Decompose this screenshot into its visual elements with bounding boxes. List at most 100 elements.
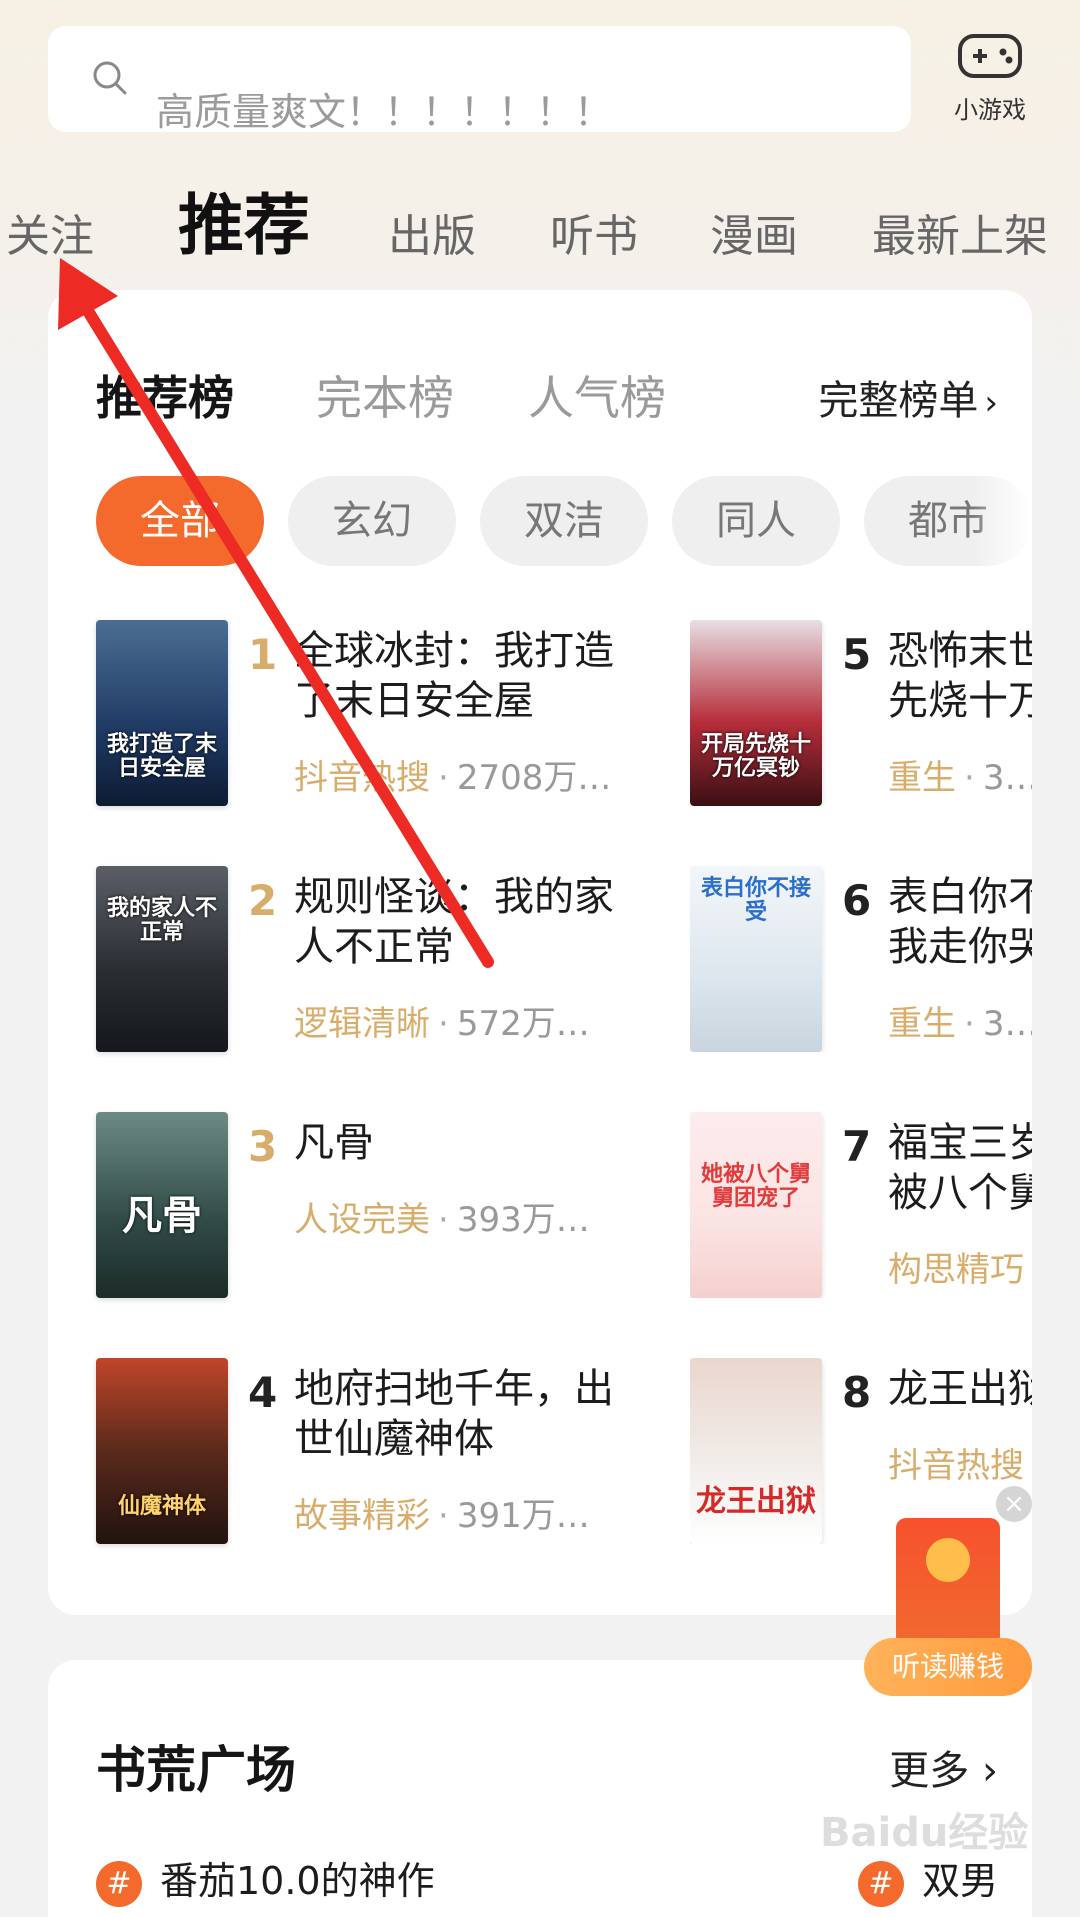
full-list-label: 完整榜单 — [818, 378, 979, 424]
chevron-right-icon: › — [969, 1748, 998, 1794]
book-tag: 重生 — [888, 1004, 956, 1044]
plaza-more-link[interactable]: 更多 › — [889, 1738, 998, 1796]
listen-earn-button[interactable]: 听读赚钱 — [864, 1638, 1032, 1696]
book-item[interactable]: 她被八个舅舅团宠了 7 福宝三岁半，她被八个舅舅团宠了 构思精巧 — [690, 1112, 1032, 1298]
search-placeholder: 高质量爽文！！！！！！！ — [156, 90, 613, 134]
topic-label: 双男 — [922, 1859, 999, 1903]
chip-all[interactable]: 全部 — [96, 476, 264, 566]
book-tag: 构思精巧 — [888, 1250, 1024, 1290]
rank-number: 5 — [842, 630, 872, 679]
hashtag-icon: # — [858, 1860, 904, 1907]
book-count: 393万… — [456, 1200, 590, 1240]
cover-title: 凡骨 — [122, 1192, 202, 1239]
book-tag: 逻辑清晰 — [294, 1004, 430, 1044]
book-tag: 人设完美 — [294, 1200, 430, 1240]
coin-icon — [926, 1538, 970, 1582]
close-icon[interactable]: × — [996, 1486, 1032, 1522]
full-list-link[interactable]: 完整榜单 › — [818, 368, 998, 426]
cover-title: 我的家人不正常 — [106, 895, 217, 946]
book-meta: 构思精巧 — [888, 1242, 1024, 1291]
book-meta: 逻辑清晰 · 572万… — [294, 1004, 590, 1044]
plaza-more-label: 更多 — [889, 1748, 970, 1794]
red-packet-button[interactable] — [896, 1518, 1000, 1646]
rank-number: 7 — [842, 1122, 872, 1171]
book-item[interactable]: 凡骨 3 凡骨 人设完美 · 393万… — [96, 1112, 656, 1298]
book-count: 2708万… — [456, 758, 612, 798]
book-meta: 抖音热搜 · 2708万… — [294, 758, 612, 798]
chip-fanfic[interactable]: 同人 — [672, 476, 840, 566]
book-title: 恐怖末世：开局先烧十万亿冥钞 — [888, 628, 1032, 724]
book-tag: 重生 — [888, 758, 956, 798]
search-icon — [93, 61, 127, 95]
book-title: 龙王出狱 — [888, 1366, 1032, 1412]
book-cover: 我的家人不正常 — [96, 866, 228, 1052]
topic-item[interactable]: # 双男 — [858, 1850, 998, 1907]
watermark: Baidu经验 — [820, 1810, 1029, 1856]
chip-fantasy[interactable]: 玄幻 — [288, 476, 456, 566]
tab-new-arrivals[interactable]: 最新上架 — [872, 200, 1048, 264]
book-tag: 抖音热搜 — [294, 758, 430, 798]
book-meta: 重生·3… — [888, 996, 1032, 1045]
book-title: 全球冰封：我打造了末日安全屋 — [294, 628, 614, 724]
chevron-right-icon: › — [984, 383, 998, 423]
book-cover: 凡骨 — [96, 1112, 228, 1298]
ranking-tab-popular[interactable]: 人气榜 — [528, 362, 666, 428]
book-count: 391万… — [456, 1496, 590, 1536]
book-count: 3… — [982, 758, 1032, 798]
tab-publish[interactable]: 出版 — [388, 200, 476, 264]
book-title: 凡骨 — [294, 1120, 374, 1166]
book-item[interactable]: 仙魔神体 4 地府扫地千年，出世仙魔神体 故事精彩 · 391万… — [96, 1358, 656, 1544]
tab-follow[interactable]: 关注 — [6, 200, 94, 264]
category-tabs: 关注 推荐 出版 听书 漫画 最新上架 — [0, 172, 1080, 264]
book-meta: 抖音热搜 — [888, 1438, 1024, 1487]
rank-number: 3 — [248, 1122, 278, 1171]
rank-number: 1 — [248, 630, 278, 679]
rank-number: 8 — [842, 1368, 872, 1417]
search-bar[interactable]: 高质量爽文！！！！！！！ — [48, 26, 911, 134]
tab-recommend[interactable]: 推荐 — [178, 172, 310, 268]
book-item[interactable]: 龙王出狱 8 龙王出狱 抖音热搜 — [690, 1358, 1032, 1544]
book-item[interactable]: 表白你不接受 6 表白你不接受，我走你哭啥 重生·3… — [690, 866, 1032, 1052]
hashtag-icon: # — [96, 1860, 142, 1907]
book-meta: 故事精彩 · 391万… — [294, 1496, 590, 1536]
book-title: 规则怪谈：我的家人不正常 — [294, 874, 614, 970]
cover-title: 她被八个舅舅团宠了 — [700, 1161, 811, 1212]
book-item[interactable]: 我打造了末日安全屋 1 全球冰封：我打造了末日安全屋 抖音热搜 · 2708万… — [96, 620, 656, 806]
cover-title: 开局先烧十万亿冥钞 — [700, 730, 811, 781]
book-tag: 故事精彩 — [294, 1496, 430, 1536]
book-plaza-card: 书荒广场 更多 › # 番茄10.0的神作 # 双男 — [48, 1660, 1032, 1917]
book-cover: 她被八个舅舅团宠了 — [690, 1112, 822, 1298]
tab-comics[interactable]: 漫画 — [710, 200, 798, 264]
rank-number: 4 — [248, 1368, 278, 1417]
mini-game-button[interactable]: 小游戏 — [930, 20, 1050, 130]
book-item[interactable]: 开局先烧十万亿冥钞 5 恐怖末世：开局先烧十万亿冥钞 重生·3… — [690, 620, 1032, 806]
genre-chips: 全部 玄幻 双洁 同人 都市 — [96, 476, 1032, 566]
chips-fade — [972, 470, 1032, 570]
book-cover: 龙王出狱 — [690, 1358, 822, 1544]
book-tag: 抖音热搜 — [888, 1446, 1024, 1486]
rank-number: 6 — [842, 876, 872, 925]
cover-title: 仙魔神体 — [117, 1492, 206, 1519]
mini-game-label: 小游戏 — [954, 96, 1026, 124]
ranking-tabs: 推荐榜 完本榜 人气榜 完整榜单 › — [48, 290, 1032, 425]
tab-audiobook[interactable]: 听书 — [550, 200, 638, 264]
plaza-title: 书荒广场 — [96, 1741, 296, 1799]
chip-shuangjie[interactable]: 双洁 — [480, 476, 648, 566]
gamepad-icon — [958, 34, 1022, 78]
book-title: 表白你不接受，我走你哭啥 — [888, 874, 1032, 970]
topic-item[interactable]: # 番茄10.0的神作 — [96, 1850, 435, 1907]
ranking-tab-recommend[interactable]: 推荐榜 — [96, 362, 234, 428]
cover-title: 表白你不接受 — [700, 875, 811, 926]
book-count: 572万… — [456, 1004, 590, 1044]
rank-number: 2 — [248, 876, 278, 925]
book-count: 3… — [982, 1004, 1032, 1044]
ranking-card: 推荐榜 完本榜 人气榜 完整榜单 › 全部 玄幻 双洁 同人 都市 我打造了末日安… — [48, 290, 1032, 1615]
topic-label: 番茄10.0的神作 — [160, 1859, 435, 1903]
cover-title: 我打造了末日安全屋 — [106, 730, 217, 781]
ranking-tab-completed[interactable]: 完本榜 — [316, 362, 454, 428]
book-title: 福宝三岁半，她被八个舅舅团宠了 — [888, 1120, 1032, 1216]
book-meta: 重生·3… — [888, 750, 1032, 799]
book-cover: 表白你不接受 — [690, 866, 822, 1052]
book-item[interactable]: 我的家人不正常 2 规则怪谈：我的家人不正常 逻辑清晰 · 572万… — [96, 866, 656, 1052]
book-title: 地府扫地千年，出世仙魔神体 — [294, 1366, 614, 1462]
